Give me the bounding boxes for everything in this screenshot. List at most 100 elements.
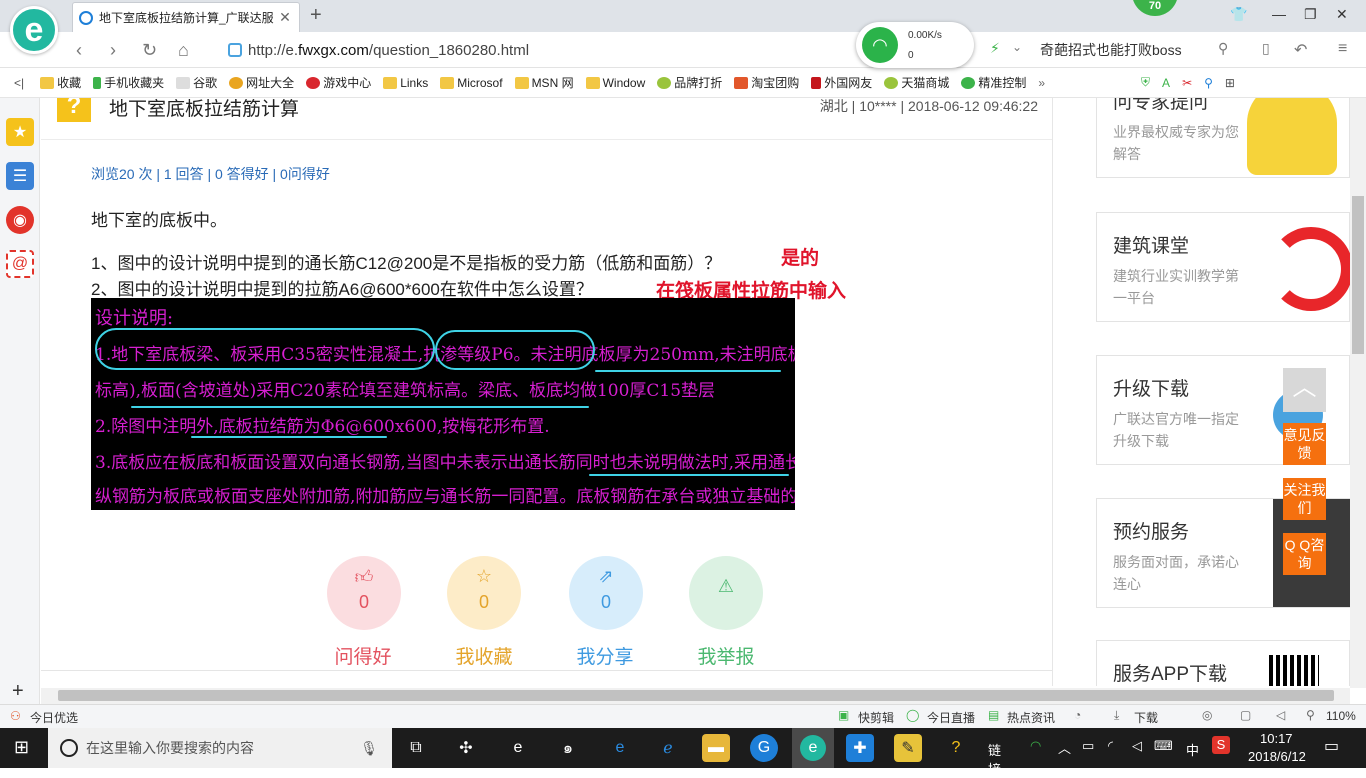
sogou-icon[interactable]: S: [1212, 736, 1230, 754]
bookmark-folder[interactable]: MSN 网: [514, 74, 574, 91]
volume-icon[interactable]: ◁: [1132, 738, 1142, 754]
lightning-icon[interactable]: ⚡: [990, 40, 1000, 57]
more-bookmarks-icon[interactable]: »: [1038, 76, 1045, 90]
back-icon[interactable]: ‹: [76, 40, 82, 61]
window-icon[interactable]: ▢: [1240, 708, 1251, 722]
active-browser-task[interactable]: e: [792, 728, 834, 768]
tray-link[interactable]: 链接: [988, 740, 1001, 778]
level-badge[interactable]: 70: [1132, 0, 1178, 16]
status-item[interactable]: 今日直播: [927, 709, 975, 726]
expert-card[interactable]: 问专家提问 业界最权威专家为您解答: [1096, 98, 1350, 178]
chevron-down-icon[interactable]: ⌄: [1012, 40, 1022, 54]
start-windows-icon[interactable]: ⊞: [14, 737, 29, 758]
bookmark-item[interactable]: 品牌打折: [657, 74, 722, 91]
back-to-top-icon[interactable]: ︿: [1283, 368, 1326, 412]
favorites-star-icon[interactable]: ★: [6, 118, 34, 146]
bookmark-item[interactable]: 淘宝团购: [734, 74, 799, 91]
feedback-button[interactable]: 意见反馈: [1283, 423, 1326, 465]
battery-icon[interactable]: ▭: [1082, 738, 1094, 754]
bookmark-item[interactable]: 手机收藏夹: [93, 74, 164, 91]
ie-icon[interactable]: e: [504, 734, 532, 762]
favorite-label[interactable]: 我收藏: [429, 642, 539, 669]
task-view-icon[interactable]: ⧉: [402, 734, 430, 762]
notes-icon[interactable]: ✎: [894, 734, 922, 762]
search-icon[interactable]: ⚲: [1218, 40, 1228, 57]
bookmark-folder[interactable]: Microsof: [440, 76, 503, 90]
like-button[interactable]: 👍︎ 0: [327, 556, 401, 630]
report-button[interactable]: ⚠: [689, 556, 763, 630]
bookmark-item[interactable]: 谷歌: [176, 74, 217, 91]
like-label[interactable]: 问得好: [308, 642, 418, 669]
bookmark-item[interactable]: 外国网友: [811, 74, 872, 91]
new-tab-icon[interactable]: +: [310, 4, 322, 27]
app-download-card[interactable]: 服务APP下载: [1096, 640, 1350, 686]
speed-icon[interactable]: ◔: [1074, 708, 1081, 722]
bookmark-item[interactable]: 收藏: [40, 74, 81, 91]
bookmark-folder[interactable]: Links: [383, 76, 428, 90]
reader-icon[interactable]: ☰: [6, 162, 34, 190]
file-explorer-icon[interactable]: ▬: [702, 734, 730, 762]
scissors-icon[interactable]: ✂: [1182, 76, 1192, 90]
bookmark-item[interactable]: 网址大全: [229, 74, 294, 91]
keyboard-icon[interactable]: ⌨: [1154, 738, 1173, 754]
qq-button[interactable]: Q Q咨询: [1283, 533, 1326, 575]
horizontal-scroll-thumb[interactable]: [58, 690, 1334, 701]
phone-icon[interactable]: ▯: [1262, 40, 1270, 57]
undo-icon[interactable]: ↶: [1294, 40, 1307, 60]
browser-logo-icon[interactable]: e: [10, 6, 58, 54]
share-label[interactable]: 我分享: [550, 642, 660, 669]
close-tab-icon[interactable]: ✕: [277, 9, 293, 26]
edge-icon[interactable]: e: [606, 734, 634, 762]
status-item[interactable]: 快剪辑: [858, 709, 894, 726]
follow-button[interactable]: 关注我们: [1283, 478, 1326, 520]
status-item[interactable]: 下载: [1134, 709, 1158, 726]
home-icon[interactable]: ⌂: [178, 40, 189, 61]
search-box[interactable]: 奇葩招式也能打败boss: [1040, 40, 1240, 60]
swirl-icon[interactable]: ๑: [554, 734, 582, 762]
course-card[interactable]: 建筑课堂 建筑行业实训教学第一平台: [1096, 212, 1350, 322]
address-bar[interactable]: http://e. fwxgx.com/question_1860280.html: [220, 36, 860, 64]
internet-explorer-icon[interactable]: ℯ: [654, 734, 682, 762]
mute-icon[interactable]: ◁: [1276, 708, 1285, 722]
bookmark-item[interactable]: 游戏中心: [306, 74, 371, 91]
clean-icon[interactable]: ◎: [1202, 708, 1212, 722]
taskbar-search[interactable]: 在这里输入你要搜索的内容 🎙︎: [48, 728, 392, 768]
clock-time[interactable]: 10:17: [1260, 731, 1293, 746]
magnifier-icon[interactable]: ⚲: [1204, 76, 1213, 90]
network-icon[interactable]: ◠: [1030, 738, 1041, 754]
menu-icon[interactable]: ≡: [1338, 40, 1347, 58]
notification-icon[interactable]: ▭: [1324, 736, 1339, 756]
ime-indicator[interactable]: 中: [1186, 740, 1199, 759]
bookmark-item[interactable]: 天猫商城: [884, 74, 949, 91]
fan-icon[interactable]: ✣: [452, 734, 480, 762]
zoom-icon[interactable]: ⚲: [1306, 708, 1315, 722]
wifi-widget[interactable]: ◠ 0.00K/s 0: [856, 22, 974, 68]
puzzle-icon[interactable]: ✚: [846, 734, 874, 762]
glodon-icon[interactable]: G: [750, 734, 778, 762]
zoom-level[interactable]: 110%: [1326, 709, 1356, 723]
restore-icon[interactable]: ❐: [1304, 6, 1317, 23]
tray-up-icon[interactable]: ︿: [1058, 738, 1071, 757]
grid-icon[interactable]: ⊞: [1225, 76, 1235, 90]
favorite-button[interactable]: ☆ 0: [447, 556, 521, 630]
help-icon[interactable]: ?: [942, 734, 970, 762]
collapse-icon[interactable]: <|: [14, 76, 24, 90]
status-item[interactable]: 热点资讯: [1007, 709, 1055, 726]
bookmark-item[interactable]: 精准控制: [961, 74, 1026, 91]
status-left[interactable]: 今日优选: [30, 709, 78, 726]
shirt-icon[interactable]: 👕: [1230, 6, 1247, 23]
clock-date[interactable]: 2018/6/12: [1248, 749, 1306, 764]
bookmark-folder[interactable]: Window: [585, 76, 645, 90]
add-icon[interactable]: +: [12, 680, 24, 703]
close-window-icon[interactable]: ✕: [1336, 6, 1348, 23]
translate-icon[interactable]: A: [1162, 76, 1170, 90]
shield-icon[interactable]: ⛨: [1141, 75, 1150, 90]
wifi-tray-icon[interactable]: ◜: [1108, 738, 1113, 754]
report-label[interactable]: 我举报: [671, 642, 781, 669]
vertical-scroll-thumb[interactable]: [1352, 196, 1364, 354]
microphone-icon[interactable]: 🎙︎: [360, 740, 378, 757]
forward-icon[interactable]: ›: [110, 40, 116, 61]
vertical-scrollbar[interactable]: [1350, 98, 1366, 688]
weibo-icon[interactable]: ◉: [6, 206, 34, 234]
today-pick-icon[interactable]: ⚇: [10, 709, 21, 723]
